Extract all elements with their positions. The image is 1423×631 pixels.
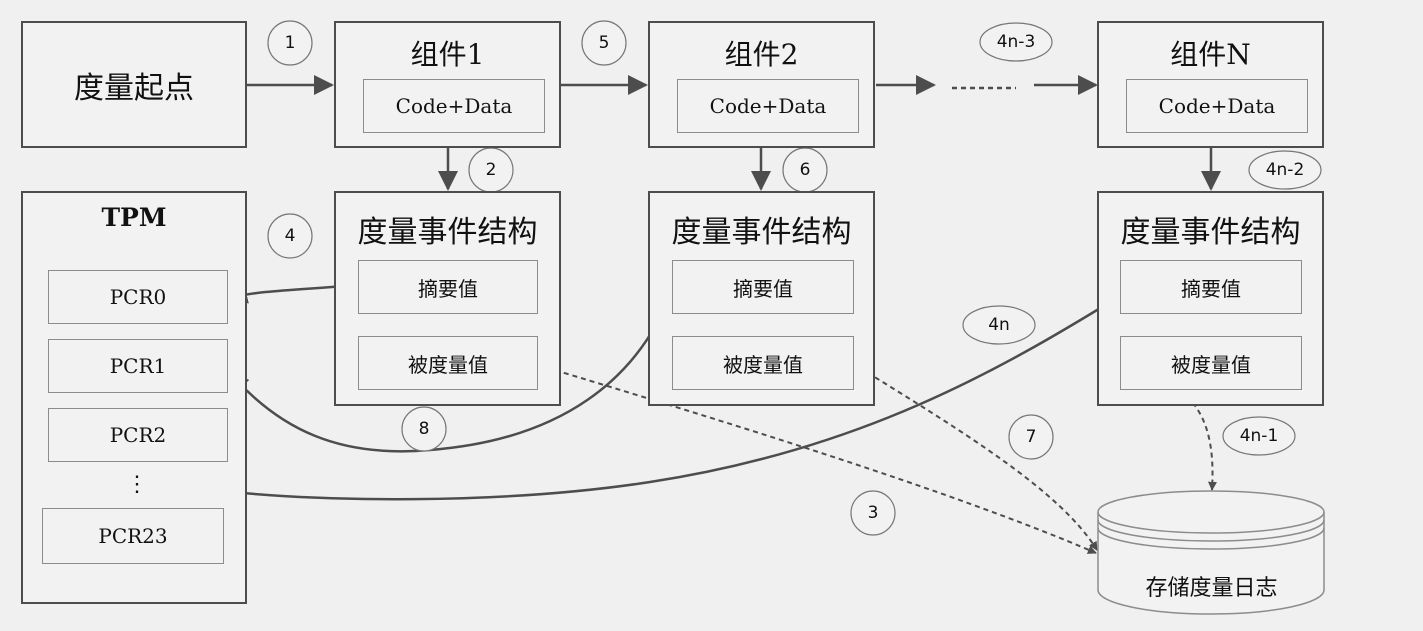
event-structure-n-title: 度量事件结构 (1120, 215, 1301, 250)
step-label-5: 5 (598, 33, 610, 53)
measurement-start-box: 度量起点 (21, 21, 247, 148)
event-structure-1-measured-value: 被度量值 (358, 336, 538, 390)
step-label-4n-2: 4n-2 (1265, 160, 1305, 180)
step-label-4: 4 (284, 226, 296, 246)
pcr-ellipsis: ⋮ (126, 472, 148, 497)
step-label-3: 3 (867, 503, 879, 523)
event-structure-n-measured-value: 被度量值 (1120, 336, 1302, 390)
measurement-start-label: 度量起点 (74, 70, 194, 106)
step-label-8: 8 (418, 419, 430, 439)
step-label-2: 2 (485, 160, 497, 180)
event-structure-1-title: 度量事件结构 (357, 215, 538, 250)
pcr-23: PCR23 (42, 508, 224, 564)
component-n-code-data: Code+Data (1126, 79, 1308, 133)
pcr-2: PCR2 (48, 408, 228, 462)
event-structure-n-digest: 摘要值 (1120, 260, 1302, 314)
step-label-1: 1 (284, 33, 296, 53)
step-label-4n-1: 4n-1 (1239, 426, 1279, 446)
event-structure-2-measured-value: 被度量值 (672, 336, 854, 390)
component-1-title: 组件1 (410, 38, 485, 71)
component-1-code-data: Code+Data (363, 79, 545, 133)
step-label-4n-3: 4n-3 (996, 32, 1036, 52)
measurement-diagram: 度量起点 组件1 Code+Data 组件2 Code+Data 组件N Cod… (0, 0, 1423, 631)
pcr-1: PCR1 (48, 339, 228, 393)
component-2-box: 组件2 Code+Data (648, 21, 875, 148)
event-structure-1-digest: 摘要值 (358, 260, 538, 314)
pcr-0: PCR0 (48, 270, 228, 324)
component-1-box: 组件1 Code+Data (334, 21, 561, 148)
event-structure-2-box: 度量事件结构 摘要值 被度量值 (648, 191, 875, 406)
event-structure-n-box: 度量事件结构 摘要值 被度量值 (1097, 191, 1324, 406)
log-store-label: 存储度量日志 (1145, 576, 1278, 601)
component-n-title: 组件N (1170, 38, 1251, 71)
step-label-7: 7 (1025, 427, 1037, 447)
event-structure-2-title: 度量事件结构 (671, 215, 852, 250)
event-structure-1-box: 度量事件结构 摘要值 被度量值 (334, 191, 561, 406)
component-n-box: 组件N Code+Data (1097, 21, 1324, 148)
tpm-title: TPM (101, 203, 167, 232)
component-2-title: 组件2 (724, 38, 799, 71)
step-label-6: 6 (799, 160, 811, 180)
tpm-box: TPM PCR0 PCR1 PCR2 PCR23 (21, 191, 247, 604)
step-label-4n: 4n (988, 315, 1010, 335)
component-2-code-data: Code+Data (677, 79, 859, 133)
event-structure-2-digest: 摘要值 (672, 260, 854, 314)
